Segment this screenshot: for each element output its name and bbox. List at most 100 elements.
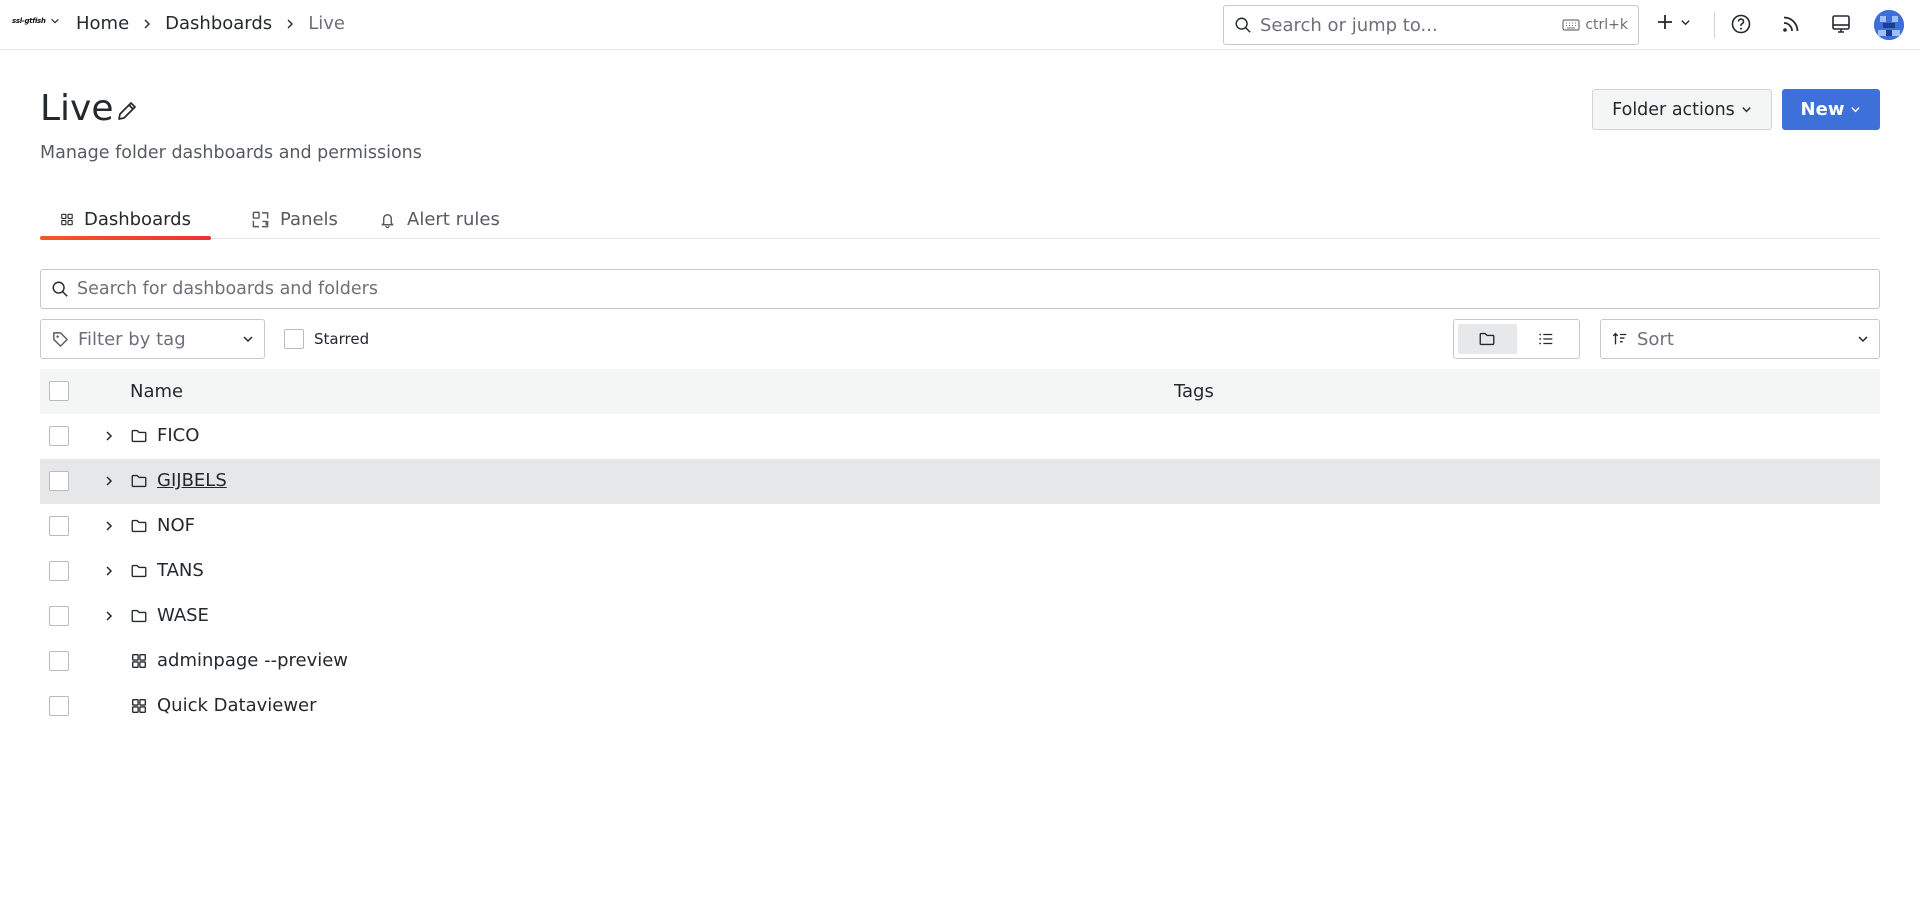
row-checkbox[interactable]: [49, 606, 69, 626]
folder-link[interactable]: TANS: [157, 560, 204, 581]
shortcut-text: ctrl+k: [1585, 17, 1628, 33]
starred-filter[interactable]: Starred: [284, 329, 369, 349]
tab-alert-rules[interactable]: Alert rules: [358, 200, 520, 239]
apps-icon: [132, 654, 146, 668]
sort-amount-icon: [1612, 332, 1627, 345]
avatar[interactable]: [1874, 10, 1904, 40]
help-icon[interactable]: [1730, 13, 1752, 35]
tab-label: Alert rules: [407, 209, 500, 230]
chevron-right-icon: [284, 18, 296, 30]
chevron-right-icon[interactable]: [102, 609, 116, 623]
folder-icon: [131, 429, 147, 443]
column-header-tags: Tags: [1174, 381, 1214, 402]
chevron-right-icon: [141, 18, 153, 30]
table-row[interactable]: GIJBELS: [40, 459, 1880, 504]
folder-link[interactable]: WASE: [157, 605, 209, 626]
chevron-right-icon[interactable]: [102, 429, 116, 443]
folder-link[interactable]: NOF: [157, 515, 195, 536]
add-new-menu-button[interactable]: [1656, 13, 1691, 31]
apps-icon: [61, 213, 73, 226]
folder-link[interactable]: GIJBELS: [157, 470, 227, 491]
chevron-right-icon[interactable]: [102, 474, 116, 488]
browse-table: Name Tags FICO GIJBELS NOF TANS WASE adminpag…: [40, 369, 1880, 729]
brand-logo: ssl-gtfish: [12, 17, 46, 25]
global-search-placeholder: Search or jump to...: [1260, 14, 1438, 36]
row-checkbox[interactable]: [49, 516, 69, 536]
row-checkbox[interactable]: [49, 561, 69, 581]
select-all-checkbox[interactable]: [49, 381, 69, 401]
folder-icon: [1479, 332, 1495, 346]
tab-label: Dashboards: [83, 209, 191, 230]
dashboard-link[interactable]: adminpage --preview: [157, 650, 348, 671]
tag-filter-select[interactable]: Filter by tag: [40, 319, 265, 359]
tag-filter-placeholder: Filter by tag: [78, 328, 186, 350]
starred-checkbox[interactable]: [284, 329, 304, 349]
new-button-label: New: [1800, 99, 1845, 120]
row-checkbox[interactable]: [49, 471, 69, 491]
page-subtitle: Manage folder dashboards and permissions: [40, 143, 422, 163]
column-header-name: Name: [130, 381, 184, 402]
bell-icon: [381, 214, 394, 229]
folder-icon: [131, 519, 147, 533]
dashboard-link[interactable]: Quick Dataviewer: [157, 695, 317, 716]
chevron-down-icon: [50, 18, 59, 24]
table-row[interactable]: TANS: [40, 549, 1880, 594]
sort-placeholder: Sort: [1637, 328, 1674, 350]
table-row[interactable]: WASE: [40, 594, 1880, 639]
page-title: Live: [40, 88, 114, 129]
breadcrumb-current: Live: [308, 13, 345, 34]
breadcrumb: Home Dashboards Live: [76, 13, 345, 34]
folder-actions-button[interactable]: Folder actions: [1592, 89, 1772, 130]
chevron-down-icon: [1851, 107, 1861, 113]
chevron-down-icon: [1858, 336, 1868, 343]
search-icon: [52, 281, 68, 297]
table-row[interactable]: NOF: [40, 504, 1880, 549]
keyboard-shortcut-hint: ctrl+k: [1562, 17, 1628, 33]
chevron-down-icon: [243, 336, 253, 343]
top-navigation-bar: ssl-gtfish Home Dashboards Live Search o…: [0, 0, 1920, 50]
chevron-down-icon: [1681, 19, 1690, 25]
chevron-right-icon[interactable]: [102, 519, 116, 533]
folder-actions-label: Folder actions: [1612, 99, 1735, 120]
table-row[interactable]: Quick Dataviewer: [40, 684, 1880, 729]
folder-icon: [131, 609, 147, 623]
global-search-input[interactable]: Search or jump to... ctrl+k: [1223, 5, 1639, 45]
folder-icon: [131, 564, 147, 578]
app-logo-menu[interactable]: ssl-gtfish: [12, 16, 60, 26]
table-body: FICO GIJBELS NOF TANS WASE adminpage --previe…: [40, 414, 1880, 729]
list-view-button[interactable]: [1517, 324, 1576, 354]
new-button[interactable]: New: [1782, 89, 1880, 130]
folder-tabs: Dashboards Panels Alert rules: [40, 200, 1880, 240]
library-panel-icon: [252, 211, 269, 228]
row-checkbox[interactable]: [49, 426, 69, 446]
tab-label: Panels: [280, 209, 338, 230]
tab-panels[interactable]: Panels: [231, 200, 358, 239]
plus-icon: [1658, 15, 1672, 29]
search-icon: [1235, 17, 1251, 33]
row-checkbox[interactable]: [49, 651, 69, 671]
table-header: Name Tags: [40, 369, 1880, 414]
kiosk-icon[interactable]: [1830, 13, 1852, 35]
folder-view-button[interactable]: [1458, 324, 1517, 354]
row-checkbox[interactable]: [49, 696, 69, 716]
chevron-right-icon[interactable]: [102, 564, 116, 578]
breadcrumb-home[interactable]: Home: [76, 13, 129, 34]
pencil-icon[interactable]: [115, 99, 139, 123]
apps-icon: [132, 699, 146, 713]
starred-label: Starred: [314, 330, 370, 348]
table-row[interactable]: adminpage --preview: [40, 639, 1880, 684]
rss-icon[interactable]: [1780, 13, 1802, 35]
view-mode-toggle: [1453, 319, 1580, 359]
breadcrumb-dashboards[interactable]: Dashboards: [165, 13, 272, 34]
table-row[interactable]: FICO: [40, 414, 1880, 459]
chevron-down-icon: [1742, 107, 1751, 113]
keyboard-icon: [1562, 19, 1580, 31]
list-icon: [1539, 333, 1553, 345]
folder-search-field: [40, 269, 1880, 309]
folder-icon: [131, 474, 147, 488]
folder-link[interactable]: FICO: [157, 425, 199, 446]
folder-search-input[interactable]: [77, 279, 1869, 299]
sort-select[interactable]: Sort: [1600, 319, 1880, 359]
tag-icon: [53, 331, 68, 347]
tab-dashboards[interactable]: Dashboards: [40, 200, 211, 240]
